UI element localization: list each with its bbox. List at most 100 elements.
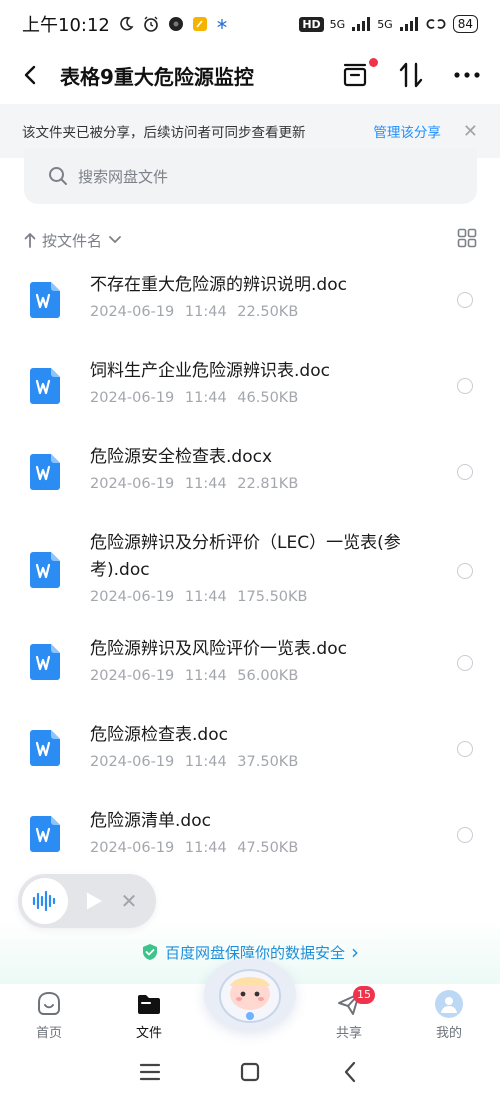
network-5g-label-2: 5G bbox=[377, 17, 393, 31]
mascot-astronaut-icon bbox=[219, 969, 281, 1023]
sort-order-button[interactable] bbox=[396, 60, 426, 90]
file-meta: 2024-06-19 11:44 37.50KB bbox=[90, 754, 299, 770]
word-doc-icon bbox=[30, 368, 60, 404]
word-doc-icon bbox=[30, 644, 60, 680]
recents-button[interactable] bbox=[130, 1052, 170, 1092]
archive-box-icon bbox=[343, 63, 367, 87]
chevron-right-icon: › bbox=[351, 940, 359, 964]
search-icon bbox=[49, 167, 67, 185]
file-row[interactable]: 危险源辨识及分析评价（LEC）一览表(参考).doc 2024-06-19 11… bbox=[0, 516, 500, 628]
nav-bar: 表格9重大危险源监控 bbox=[0, 48, 500, 102]
arrow-up-icon bbox=[24, 233, 36, 248]
sort-label: 按文件名 bbox=[42, 231, 103, 250]
moon-icon bbox=[118, 16, 134, 32]
file-meta: 2024-06-19 11:44 22.81KB bbox=[90, 476, 299, 492]
back-triangle-icon bbox=[344, 1061, 356, 1082]
more-dots-icon bbox=[454, 72, 480, 78]
avatar-icon bbox=[435, 989, 463, 1018]
file-row[interactable]: 危险源安全检查表.docx 2024-06-19 11:44 22.81KB bbox=[0, 430, 500, 516]
tab-files[interactable]: 文件 bbox=[114, 984, 184, 1046]
camera-dot-icon bbox=[168, 16, 184, 32]
notification-dot bbox=[369, 58, 378, 67]
tab-label: 共享 bbox=[335, 1025, 362, 1041]
notes-app-icon bbox=[192, 16, 208, 32]
home-icon bbox=[35, 990, 63, 1018]
share-notice-text: 该文件夹已被分享，后续访问者可同步查看更新 bbox=[22, 125, 306, 141]
file-row[interactable]: 饲料生产企业危险源辨识表.doc 2024-06-19 11:44 46.50K… bbox=[0, 344, 500, 430]
system-back-button[interactable] bbox=[330, 1052, 370, 1092]
status-time: 上午10:12 bbox=[22, 15, 110, 36]
square-home-icon bbox=[240, 1062, 260, 1081]
word-doc-icon bbox=[30, 730, 60, 766]
search-placeholder: 搜索网盘文件 bbox=[78, 167, 169, 186]
select-radio[interactable] bbox=[457, 741, 473, 757]
search-input[interactable]: 搜索网盘文件 bbox=[24, 148, 477, 204]
grid-view-icon bbox=[457, 228, 477, 248]
word-doc-icon bbox=[30, 282, 60, 318]
sort-by-name-button[interactable]: 按文件名 bbox=[24, 230, 122, 251]
status-bar: 上午10:12 HD 5G 5G 84 bbox=[0, 0, 500, 48]
share-plane-icon: 15 bbox=[335, 985, 375, 1018]
network-5g-label: 5G bbox=[329, 17, 346, 31]
file-row[interactable]: 不存在重大危险源的辨识说明.doc 2024-06-19 11:44 22.50… bbox=[0, 258, 500, 344]
up-down-arrows-icon bbox=[399, 62, 423, 88]
file-name: 危险源辨识及分析评价（LEC）一览表(参考).doc bbox=[90, 533, 401, 580]
file-meta: 2024-06-19 11:44 47.50KB bbox=[90, 840, 299, 856]
file-name: 不存在重大危险源的辨识说明.doc bbox=[90, 275, 347, 295]
select-radio[interactable] bbox=[457, 563, 473, 579]
select-radio[interactable] bbox=[457, 292, 473, 308]
audio-player-pill: ✕ bbox=[18, 874, 156, 928]
alarm-icon bbox=[142, 15, 160, 33]
menu-lines-icon bbox=[139, 1063, 161, 1080]
tab-me[interactable]: 我的 bbox=[414, 984, 484, 1046]
close-player-button[interactable]: ✕ bbox=[114, 878, 144, 924]
select-radio[interactable] bbox=[457, 464, 473, 480]
snowflake-icon bbox=[216, 18, 228, 30]
file-meta: 2024-06-19 11:44 175.50KB bbox=[90, 589, 308, 605]
system-nav-bar bbox=[0, 1046, 500, 1097]
hd-badge: HD bbox=[299, 16, 324, 32]
signal-icon bbox=[351, 16, 371, 32]
file-name: 饲料生产企业危险源辨识表.doc bbox=[90, 361, 330, 381]
select-radio[interactable] bbox=[457, 827, 473, 843]
folder-icon bbox=[135, 990, 163, 1018]
tab-share[interactable]: 15 共享 bbox=[314, 984, 384, 1046]
sound-wave-icon bbox=[32, 890, 56, 912]
word-doc-icon bbox=[30, 816, 60, 852]
file-meta: 2024-06-19 11:44 56.00KB bbox=[90, 668, 299, 684]
file-row[interactable]: 危险源检查表.doc 2024-06-19 11:44 37.50KB bbox=[0, 714, 500, 800]
file-meta: 2024-06-19 11:44 46.50KB bbox=[90, 390, 299, 406]
chevron-left-icon bbox=[24, 65, 36, 85]
shield-icon bbox=[142, 944, 157, 960]
word-doc-icon bbox=[30, 552, 60, 588]
tab-home[interactable]: 首页 bbox=[14, 984, 84, 1046]
file-name: 危险源检查表.doc bbox=[90, 725, 228, 745]
audio-wave-button[interactable] bbox=[22, 878, 68, 924]
sort-row: 按文件名 bbox=[24, 222, 477, 258]
file-name: 危险源清单.doc bbox=[90, 811, 211, 831]
file-name: 危险源安全检查表.docx bbox=[90, 447, 273, 467]
file-name: 危险源辨识及风险评价一览表.doc bbox=[90, 639, 347, 659]
manage-share-link[interactable]: 管理该分享 bbox=[373, 121, 441, 141]
tab-label: 我的 bbox=[435, 1025, 462, 1041]
signal-icon-2 bbox=[399, 16, 419, 32]
tab-label: 文件 bbox=[135, 1025, 162, 1041]
play-icon bbox=[87, 892, 102, 910]
more-menu-button[interactable] bbox=[452, 60, 482, 90]
chevron-down-icon bbox=[109, 236, 121, 243]
close-icon[interactable]: ✕ bbox=[463, 121, 478, 142]
file-meta: 2024-06-19 11:44 22.50KB bbox=[90, 304, 299, 320]
file-row[interactable]: 危险源辨识及风险评价一览表.doc 2024-06-19 11:44 56.00… bbox=[0, 628, 500, 714]
word-doc-icon bbox=[30, 454, 60, 490]
link-icon bbox=[425, 16, 447, 32]
mascot-assistant-button[interactable] bbox=[204, 958, 296, 1030]
select-radio[interactable] bbox=[457, 655, 473, 671]
grid-view-toggle[interactable] bbox=[457, 228, 477, 252]
battery-indicator: 84 bbox=[452, 15, 478, 33]
page-title: 表格9重大危险源监控 bbox=[60, 64, 254, 89]
transfer-list-button[interactable] bbox=[340, 58, 378, 90]
select-radio[interactable] bbox=[457, 378, 473, 394]
play-button[interactable] bbox=[74, 878, 114, 924]
back-button[interactable] bbox=[0, 48, 60, 102]
home-button[interactable] bbox=[230, 1052, 270, 1092]
